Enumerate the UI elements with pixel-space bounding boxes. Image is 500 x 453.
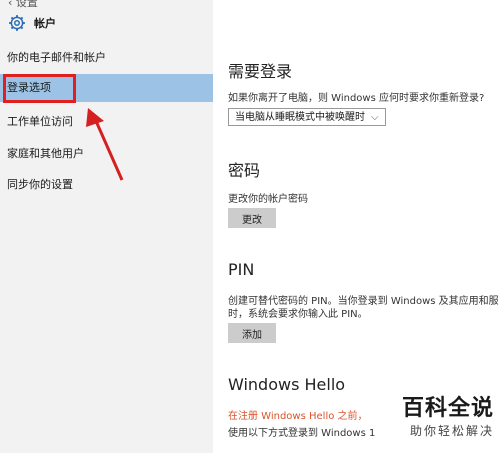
windows-hello-desc: 使用以下方式登录到 Windows 1 [228, 428, 376, 439]
pin-desc-line2: 时，系统会要求你输入此 PIN。 [228, 309, 368, 320]
red-arrow-annotation [86, 108, 124, 181]
windows-hello-title: Windows Hello [228, 375, 346, 394]
password-title: 密码 [228, 161, 261, 180]
add-pin-button[interactable]: 添加 [228, 323, 276, 343]
pin-title: PIN [228, 260, 255, 279]
dropdown-value: 当电脑从睡眠模式中被唤醒时 [235, 112, 365, 123]
password-desc: 更改你的帐户密码 [228, 194, 308, 205]
signin-required-title: 需要登录 [228, 62, 293, 81]
watermark: 百科全说 助你轻松解决 [402, 390, 494, 439]
watermark-logo: 百科全说 [401, 396, 494, 421]
signin-required-dropdown[interactable]: 当电脑从睡眠模式中被唤醒时 ⌵ [228, 108, 386, 126]
chevron-down-icon: ⌵ [371, 112, 379, 123]
windows-hello-warning: 在注册 Windows Hello 之前， [228, 411, 368, 422]
change-password-button[interactable]: 更改 [228, 208, 276, 228]
signin-required-desc: 如果你离开了电脑，则 Windows 应何时要求你重新登录? [228, 93, 485, 104]
watermark-subtitle: 助你轻松解决 [409, 424, 494, 438]
